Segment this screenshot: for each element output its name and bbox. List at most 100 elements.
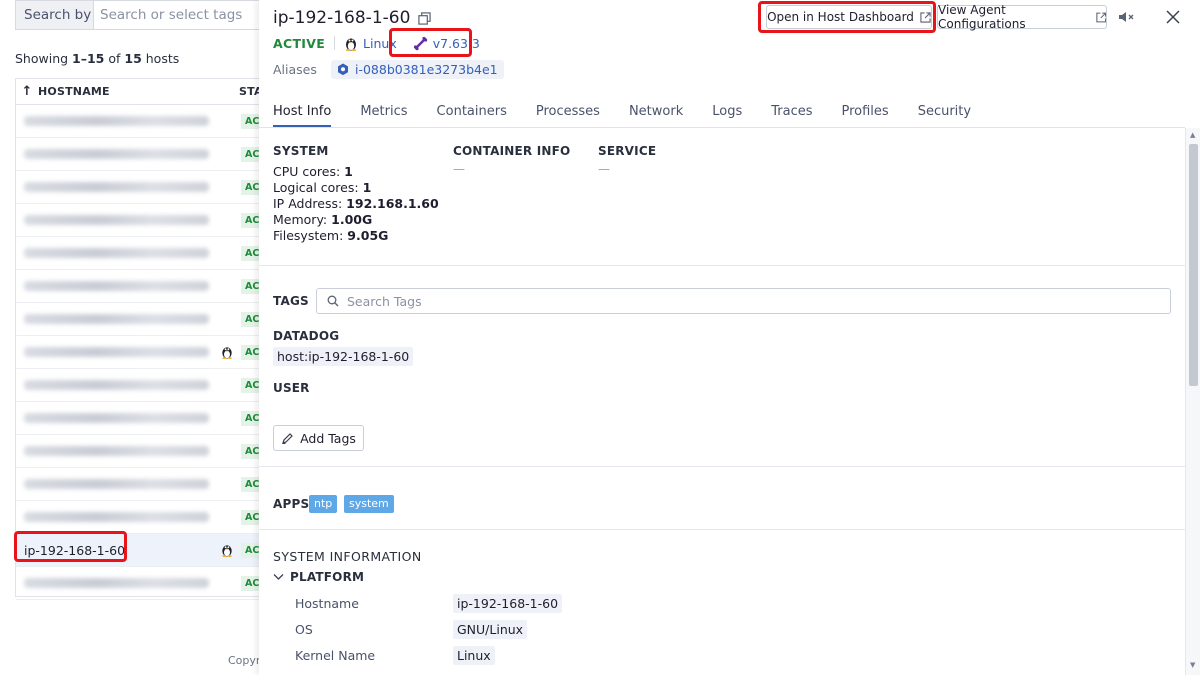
table-row[interactable]: ACT <box>16 204 271 237</box>
platform-label: Hostname <box>295 596 359 611</box>
linux-penguin-icon <box>222 545 232 557</box>
copy-icon[interactable] <box>418 11 432 25</box>
tab-metrics[interactable]: Metrics <box>360 98 407 127</box>
host-table-header: ↑ HOSTNAME STAT <box>16 79 269 105</box>
add-tags-label: Add Tags <box>300 430 356 446</box>
search-tags-input[interactable]: Search Tags <box>316 288 1171 314</box>
system-info-label: Memory: <box>273 212 332 227</box>
table-row[interactable]: ACT <box>16 369 271 402</box>
blurred-hostname <box>24 314 209 324</box>
platform-value[interactable]: Linux <box>453 646 495 665</box>
host-rows: ACT ACT ACT ACT ACT ACT ACT ACT ACT ACT ACT ACT ACT i… <box>16 105 271 600</box>
tab-profiles[interactable]: Profiles <box>842 98 889 127</box>
system-info-item: Memory: 1.00G <box>273 212 372 227</box>
user-tags-title: USER <box>273 381 310 395</box>
blurred-hostname <box>24 512 209 522</box>
app-pill-system[interactable]: system <box>344 495 394 513</box>
system-info-item: Logical cores: 1 <box>273 180 371 195</box>
table-row[interactable]: ACT <box>16 105 271 138</box>
agent-version-link[interactable]: v7.63.3 <box>413 36 480 51</box>
host-status-row: ACTIVE Linux v7.63.3 <box>273 33 480 53</box>
scroll-up-icon[interactable]: ▲ <box>1190 131 1195 139</box>
blurred-hostname <box>24 446 209 456</box>
platform-value[interactable]: ip-192-168-1-60 <box>453 594 563 613</box>
agent-version-label: v7.63.3 <box>432 35 480 51</box>
tab-network[interactable]: Network <box>629 98 683 127</box>
panel-scrollbar[interactable]: ▲ ▼ <box>1185 128 1200 675</box>
os-link[interactable]: Linux <box>344 36 397 51</box>
table-row[interactable]: ACT <box>16 270 271 303</box>
system-info-item: CPU cores: 1 <box>273 164 353 179</box>
system-info-value: 1.00G <box>331 212 373 227</box>
tab-security[interactable]: Security <box>918 98 971 127</box>
scroll-down-icon[interactable]: ▼ <box>1190 661 1195 669</box>
table-row[interactable]: ACT <box>16 468 271 501</box>
host-list-pane: Search by Search or select tags Showing … <box>0 0 271 675</box>
system-info-label: CPU cores: <box>273 164 345 179</box>
table-row[interactable]: ACT <box>16 237 271 270</box>
divider <box>334 36 336 50</box>
table-row[interactable]: ACT <box>16 303 271 336</box>
detail-tabs: Host Info Metrics Containers Processes Netwo… <box>273 98 1000 127</box>
blurred-hostname <box>24 413 209 423</box>
agent-bone-icon <box>413 36 427 50</box>
table-row[interactable]: ACT <box>16 402 271 435</box>
showing-count: Showing 1–15 of 15 hosts <box>15 51 180 66</box>
scrollbar-thumb[interactable] <box>1189 144 1198 386</box>
system-info-value: 1 <box>362 180 372 195</box>
host-info-content: SYSTEM CONTAINER INFO SERVICE — — CPU co… <box>259 128 1185 675</box>
chevron-down-icon <box>273 574 284 580</box>
host-search-row: Search by Search or select tags <box>15 0 265 30</box>
tab-traces[interactable]: Traces <box>771 98 812 127</box>
section-divider <box>259 466 1185 467</box>
table-row[interactable]: ACT <box>16 435 271 468</box>
platform-toggle[interactable]: PLATFORM <box>273 570 364 584</box>
tab-logs[interactable]: Logs <box>712 98 742 127</box>
platform-value[interactable]: GNU/Linux <box>453 620 528 639</box>
alias-chip[interactable]: i-088b0381e3273b4e1 <box>331 60 504 79</box>
add-tags-button[interactable]: Add Tags <box>273 425 364 451</box>
close-icon[interactable] <box>1164 8 1182 26</box>
tab-host-info[interactable]: Host Info <box>273 98 332 127</box>
datadog-tags-title: DATADOG <box>273 329 340 343</box>
app-pill-ntp[interactable]: ntp <box>309 495 338 513</box>
open-host-dashboard-button[interactable]: Open in Host Dashboard <box>766 5 932 29</box>
search-by-label: Search by <box>15 0 93 30</box>
system-info-item: IP Address: 192.168.1.60 <box>273 196 439 211</box>
system-info-label: Logical cores: <box>273 180 363 195</box>
column-hostname[interactable]: HOSTNAME <box>38 85 110 98</box>
tab-processes[interactable]: Processes <box>536 98 600 127</box>
blurred-hostname <box>24 182 209 192</box>
tab-containers[interactable]: Containers <box>437 98 507 127</box>
pencil-icon <box>282 432 293 444</box>
view-agent-configurations-label: View Agent Configurations <box>938 3 1026 31</box>
mute-icon[interactable] <box>1117 8 1135 26</box>
table-row[interactable]: ACT <box>16 336 271 369</box>
status-badge: ACTIVE <box>273 35 326 51</box>
host-title: ip-192-168-1-60 <box>273 8 432 28</box>
host-tag[interactable]: host:ip-192-168-1-60 <box>273 347 414 366</box>
aliases-row: Aliases i-088b0381e3273b4e1 <box>273 60 504 79</box>
linux-penguin-icon <box>222 347 232 359</box>
blurred-hostname <box>24 116 209 126</box>
service-title: SERVICE <box>598 144 657 158</box>
table-row[interactable]: ACT <box>16 138 271 171</box>
table-row[interactable]: ACT <box>16 171 271 204</box>
hostname-cell: ip-192-168-1-60 <box>24 542 126 558</box>
external-link-icon <box>920 11 931 23</box>
view-agent-configurations-button[interactable]: View Agent Configurations <box>937 3 1107 31</box>
blurred-hostname <box>24 578 209 588</box>
host-tag-value: ip-192-168-1-60 <box>308 349 410 364</box>
open-host-dashboard-label: Open in Host Dashboard <box>767 10 914 24</box>
platform-title: PLATFORM <box>290 570 365 584</box>
section-divider <box>259 265 1185 266</box>
table-row[interactable]: ip-192-168-1-60 ACT <box>16 534 271 567</box>
tag-search-input[interactable]: Search or select tags <box>93 0 265 30</box>
system-info-value: 9.05G <box>347 228 389 243</box>
aliases-label: Aliases <box>273 62 317 77</box>
sort-arrow-icon[interactable]: ↑ <box>16 84 38 99</box>
blurred-hostname <box>24 347 209 357</box>
table-row[interactable]: ACT <box>16 567 271 600</box>
table-row[interactable]: ACT <box>16 501 271 534</box>
aws-hexagon-icon <box>338 63 348 76</box>
